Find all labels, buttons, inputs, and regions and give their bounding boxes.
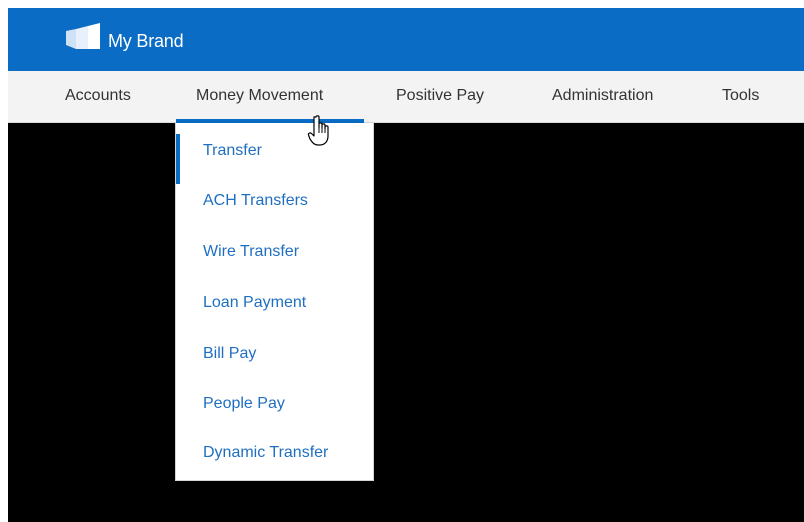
hand-pointer-icon bbox=[307, 115, 329, 146]
menu-item-people-pay[interactable]: People Pay bbox=[176, 384, 373, 424]
nav-money-movement[interactable]: Money Movement bbox=[196, 85, 323, 107]
menu-item-bill-pay[interactable]: Bill Pay bbox=[176, 334, 373, 374]
nav-tools[interactable]: Tools bbox=[722, 85, 759, 107]
brand-logo-icon[interactable] bbox=[66, 23, 100, 49]
money-movement-dropdown: Transfer ACH Transfers Wire Transfer Loa… bbox=[175, 123, 374, 481]
menu-item-transfer[interactable]: Transfer bbox=[176, 131, 373, 184]
menu-item-loan-payment[interactable]: Loan Payment bbox=[176, 283, 373, 323]
nav-accounts[interactable]: Accounts bbox=[65, 85, 131, 107]
content-area bbox=[8, 123, 804, 522]
brand-name[interactable]: My Brand bbox=[108, 29, 184, 53]
menu-item-wire-transfer[interactable]: Wire Transfer bbox=[176, 232, 373, 272]
nav-administration[interactable]: Administration bbox=[552, 85, 653, 107]
menu-item-ach-transfers[interactable]: ACH Transfers bbox=[176, 181, 373, 221]
menu-item-dynamic-transfer[interactable]: Dynamic Transfer bbox=[176, 433, 373, 473]
nav-positive-pay[interactable]: Positive Pay bbox=[396, 85, 484, 107]
